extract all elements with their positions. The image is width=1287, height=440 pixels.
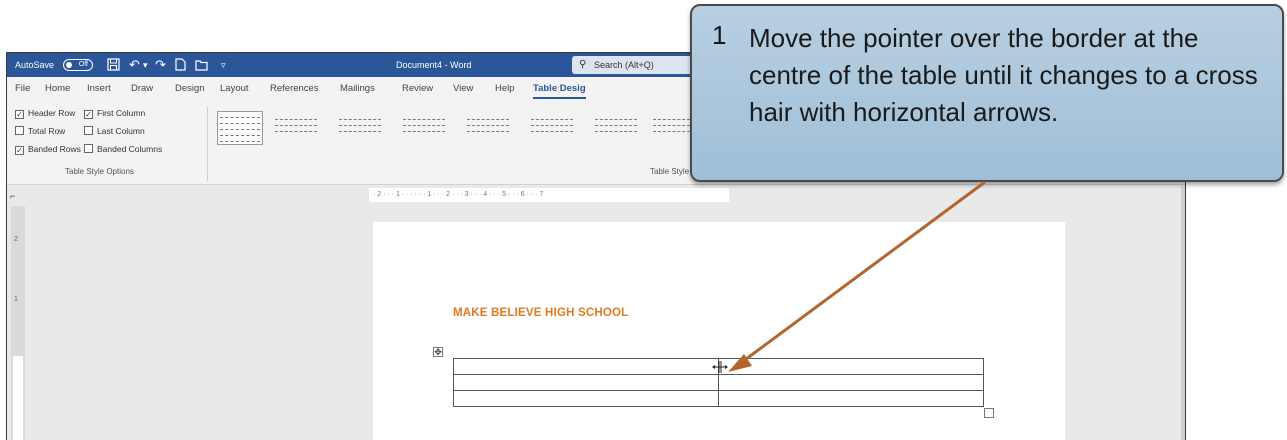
table-move-handle-icon[interactable]: ✥ [433,347,443,357]
checkbox-checked-icon[interactable]: ✓ [15,110,24,119]
tab-selector-icon[interactable]: ⌐ [10,191,15,201]
checkbox-checked-icon[interactable]: ✓ [15,146,24,155]
tab-review[interactable]: Review [402,77,433,101]
autosave-toggle[interactable]: Off [63,59,93,71]
last-column-option[interactable]: Last Column [84,125,145,137]
customize-qat-icon[interactable]: ▿ [221,53,226,77]
tab-mailings[interactable]: Mailings [340,77,375,101]
ruler-number: 1 [14,296,18,303]
tab-table-design[interactable]: Table Desig [533,77,586,101]
total-row-label: Total Row [28,126,66,136]
tab-file[interactable]: File [15,77,30,101]
tab-design[interactable]: Design [175,77,205,101]
ruler-active-region [13,356,23,440]
document-heading[interactable]: MAKE BELIEVE HIGH SCHOOL [453,307,628,319]
table-style-thumbnail[interactable] [529,111,575,145]
table-style-thumbnail[interactable] [337,111,383,145]
new-document-icon[interactable] [175,53,186,77]
tutorial-screenshot: AutoSave Off ↶ ▾ ↷ ▿ Document4 - Word ⚲ … [0,0,1287,440]
table-styles-group-label: Table Style [650,167,690,176]
open-folder-icon[interactable] [195,53,208,77]
document-area: ⌐ · 2 · · · 1 · · · · · · 1 · · · 2 · · … [7,186,1185,440]
last-column-label: Last Column [97,126,145,136]
tab-insert[interactable]: Insert [87,77,111,101]
tab-layout[interactable]: Layout [220,77,249,101]
save-icon[interactable] [107,53,120,77]
search-placeholder: Search (Alt+Q) [594,60,654,70]
redo-icon[interactable]: ↷ [155,53,166,77]
banded-columns-option[interactable]: Banded Columns [84,143,162,155]
search-icon: ⚲ [579,59,587,70]
first-column-label: First Column [97,108,146,118]
table-style-thumbnail[interactable] [465,111,511,145]
checkbox-unchecked-icon[interactable] [84,144,93,153]
undo-icon[interactable]: ↶ [129,53,140,77]
group-divider [207,107,208,181]
tab-view[interactable]: View [453,77,473,101]
checkbox-unchecked-icon[interactable] [84,126,93,135]
first-column-option[interactable]: ✓ First Column [84,107,145,119]
banded-rows-label: Banded Rows [28,144,81,154]
banded-columns-label: Banded Columns [97,144,163,154]
header-row-option[interactable]: ✓ Header Row [15,107,75,119]
table-style-thumbnail[interactable] [217,111,263,145]
document-page[interactable]: MAKE BELIEVE HIGH SCHOOL ✥ [373,222,1065,440]
table-style-options-group-label: Table Style Options [65,167,134,176]
undo-dropdown-icon[interactable]: ▾ [143,53,148,77]
horizontal-ruler[interactable]: · 2 · · · 1 · · · · · · 1 · · · 2 · · · … [369,188,729,202]
document-title: Document4 - Word [396,60,472,70]
instruction-callout: 1 Move the pointer over the border at th… [690,4,1284,182]
table-style-thumbnail[interactable] [593,111,639,145]
ruler-number: 2 [14,236,18,243]
banded-rows-option[interactable]: ✓ Banded Rows [15,143,81,155]
step-number: 1 [712,20,727,50]
split-cursor-icon [712,361,728,373]
vertical-ruler[interactable]: 2 1 1 2 3 4 [11,206,25,440]
tab-references[interactable]: References [270,77,319,101]
table-resize-handle-icon[interactable] [984,408,994,418]
vertical-scrollbar[interactable] [1181,186,1185,440]
tab-help[interactable]: Help [495,77,515,101]
header-row-label: Header Row [28,108,76,118]
checkbox-unchecked-icon[interactable] [15,126,24,135]
tab-home[interactable]: Home [45,77,70,101]
instruction-text: Move the pointer over the border at the … [749,23,1258,127]
search-box[interactable]: ⚲ Search (Alt+Q) [572,56,692,74]
table-style-thumbnail[interactable] [401,111,447,145]
total-row-option[interactable]: Total Row [15,125,65,137]
checkbox-checked-icon[interactable]: ✓ [84,110,93,119]
tab-draw[interactable]: Draw [131,77,153,101]
table-style-thumbnail[interactable] [273,111,319,145]
autosave-label: AutoSave [15,60,55,70]
